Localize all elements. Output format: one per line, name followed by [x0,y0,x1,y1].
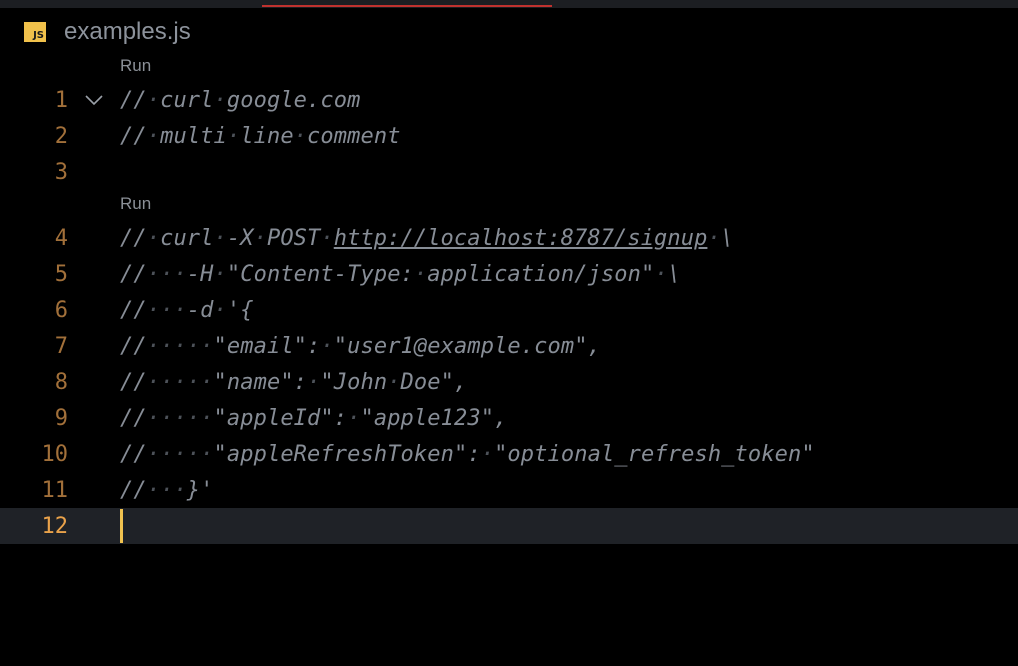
code-text: //·····"appleRefreshToken":·"optional_re… [120,441,815,467]
js-file-icon: JS [24,22,46,42]
fold-gutter [68,436,120,472]
active-tab-indicator [262,5,552,7]
line-number: 9 [54,405,68,431]
fold-gutter [68,154,120,190]
code-line[interactable]: 2 //·multi·line·comment [0,118,1018,154]
code-text: //·····"appleId":·"apple123", [120,405,508,431]
line-number: 4 [54,225,68,251]
code-line[interactable]: 7 //·····"email":·"user1@example.com", [0,328,1018,364]
line-number: 8 [54,369,68,395]
run-codelens-1[interactable]: Run [120,56,151,76]
code-text: //·····"email":·"user1@example.com", [120,333,601,359]
fold-gutter [68,118,120,154]
fold-gutter [68,472,120,508]
code-editor[interactable]: JS examples.js Run 1 //·curl·google.com … [0,0,1018,666]
line-number: 2 [54,123,68,149]
run-codelens-2[interactable]: Run [120,194,151,214]
line-number: 11 [41,477,69,503]
line-number: 6 [54,297,68,323]
fold-gutter [68,256,120,292]
code-text: //·multi·line·comment [120,123,401,149]
line-number: 10 [41,441,69,467]
line-number: 5 [54,261,68,287]
code-text: //···-d·'{ [120,297,254,323]
line-number: 7 [54,333,68,359]
fold-gutter [68,292,120,328]
file-name[interactable]: examples.js [64,18,191,46]
fold-gutter [68,328,120,364]
code-line[interactable]: 4 //·curl·-X·POST·http://localhost:8787/… [0,220,1018,256]
breadcrumb[interactable]: JS examples.js [24,18,191,46]
chevron-down-icon[interactable] [84,94,104,106]
code-text: //···-H·"Content-Type:·application/json"… [120,261,682,287]
code-line[interactable]: 6 //···-d·'{ [0,292,1018,328]
code-line[interactable]: 3 [0,154,1018,190]
text-cursor [120,509,123,543]
code-text: //·curl·google.com [120,87,361,113]
line-number: 1 [54,87,68,113]
code-line[interactable]: 9 //·····"appleId":·"apple123", [0,400,1018,436]
code-text: //·curl·-X·POST·http://localhost:8787/si… [120,225,735,251]
fold-toggle[interactable] [68,82,120,118]
code-line[interactable]: 5 //···-H·"Content-Type:·application/jso… [0,256,1018,292]
code-text: //·····"name":·"John·Doe", [120,369,468,395]
url-link[interactable]: http://localhost:8787/signup [334,226,708,251]
fold-gutter [68,508,120,544]
line-number: 12 [41,513,69,539]
code-line[interactable]: 8 //·····"name":·"John·Doe", [0,364,1018,400]
code-line[interactable]: 1 //·curl·google.com [0,82,1018,118]
code-text: //···}' [120,477,214,503]
fold-gutter [68,220,120,256]
fold-gutter [68,400,120,436]
line-number: 3 [54,159,68,185]
code-line[interactable]: 10 //·····"appleRefreshToken":·"optional… [0,436,1018,472]
fold-gutter [68,364,120,400]
code-line-current[interactable]: 12 [0,508,1018,544]
code-line[interactable]: 11 //···}' [0,472,1018,508]
